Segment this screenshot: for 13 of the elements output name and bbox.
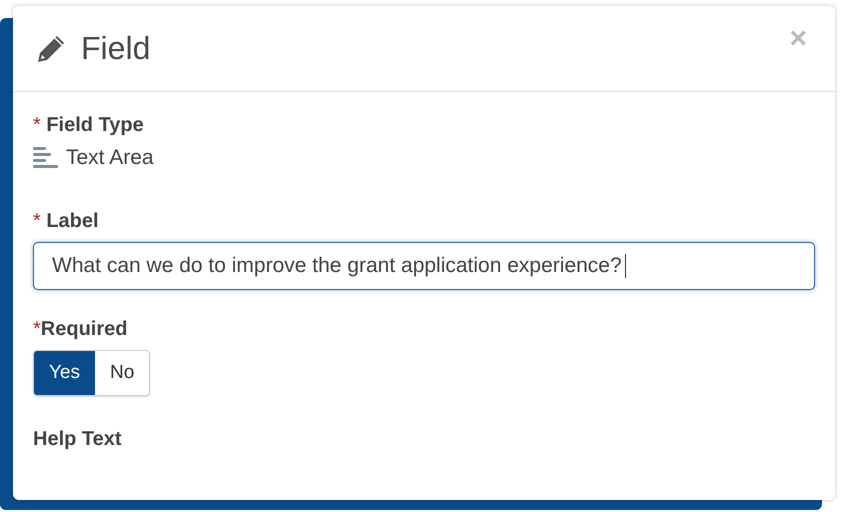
dialog-title: Field xyxy=(81,30,150,67)
text-lines-icon xyxy=(33,146,59,170)
field-label: Field Type xyxy=(46,114,144,137)
toggle-option[interactable]: Yes xyxy=(34,351,95,395)
field-label: Label xyxy=(46,210,99,233)
field-label: Help Text xyxy=(33,428,122,451)
toggle-option[interactable]: No xyxy=(95,351,150,395)
field-label: Required xyxy=(40,318,128,341)
required-asterisk: * xyxy=(33,210,42,233)
required-asterisk: * xyxy=(33,318,41,341)
field-type-value: Text Area xyxy=(66,146,154,170)
label-input[interactable]: What can we do to improve the grant application experience? xyxy=(33,242,815,290)
required-asterisk: * xyxy=(33,114,42,137)
